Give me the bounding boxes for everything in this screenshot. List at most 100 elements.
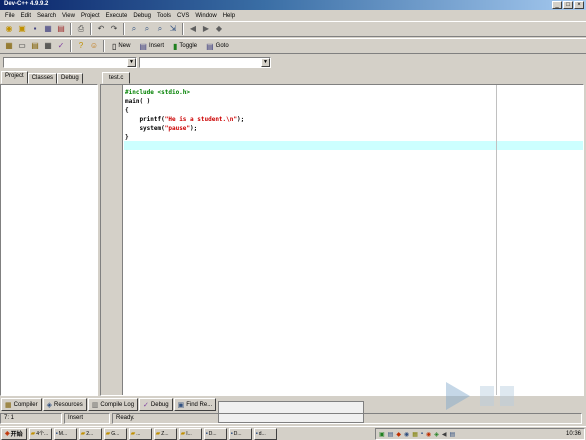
volume-icon[interactable]: ◀ [442,431,447,438]
run-icon[interactable]: ▭ [16,40,28,52]
taskbar: ◈ 开始 ▰ 4个... ▪ M... ▰ 2... ▰ G... ▰... ▰ Z... … [0,426,586,440]
new-project-icon[interactable]: ◉ [3,23,15,35]
member-combo[interactable]: ▼ [139,57,271,68]
find-next-icon[interactable]: ⌕ [154,23,166,35]
close-button[interactable]: × [574,1,584,9]
class-combo[interactable]: ▼ [3,57,137,68]
watermark-glyph [500,386,514,406]
resources-icon: ◈ [46,401,53,409]
app-icon: ▪ [205,430,208,437]
tray-app-icon[interactable]: ◆ [396,431,401,438]
chevron-down-icon[interactable]: ▼ [127,58,136,67]
taskbar-item[interactable]: ▰ G... [103,427,127,440]
tab-test-c[interactable]: test.c [102,72,131,84]
menu-view[interactable]: View [59,13,78,19]
tray-app-icon[interactable]: ◈ [434,431,439,438]
preprocessor-directive: #include <stdio.h> [125,89,191,96]
menu-help[interactable]: Help [220,13,238,19]
tab-debug-output[interactable]: ✓ Debug [139,398,173,411]
debug-check-icon[interactable]: ✓ [55,40,67,52]
edit-mode: Insert [64,413,110,424]
compile-log-icon: ▥ [91,401,99,409]
menu-file[interactable]: File [2,13,18,19]
taskbar-item[interactable]: ▰... [128,427,152,440]
menu-project[interactable]: Project [78,13,103,19]
taskbar-item[interactable]: ▪ D... [203,427,227,440]
open-icon[interactable]: ▣ [16,23,28,35]
taskbar-item[interactable]: ▰ Z... [153,427,177,440]
tray-app-icon[interactable]: ◉ [426,431,431,438]
menu-window[interactable]: Window [192,13,219,19]
menu-cvs[interactable]: CVS [174,13,192,19]
undo-icon[interactable]: ↶ [95,23,107,35]
start-button[interactable]: ◈ 开始 [1,427,27,440]
taskbar-item[interactable]: ▰ 4个... [28,427,52,440]
tray-app-icon[interactable]: ▪ [421,431,423,437]
tab-resources[interactable]: ◈ Resources [42,398,87,411]
taskbar-item[interactable]: ▪ M... [53,427,77,440]
code-line[interactable]: #include <stdio.h> [125,88,244,97]
folder-icon: ▰ [180,431,186,437]
taskbar-item[interactable]: ▪ d... [253,427,277,440]
rebuild-icon[interactable]: ▦ [42,40,54,52]
goto-line-icon[interactable]: ⇲ [167,23,179,35]
new-button[interactable]: ▯ New [108,40,134,52]
compile-run-icon[interactable]: ▤ [29,40,41,52]
toggle-button[interactable]: ▮ Toggle [169,40,201,52]
code-line[interactable]: system("pause"); [125,124,244,133]
tab-compiler[interactable]: ▦ Compiler [1,398,42,411]
taskbar-item[interactable]: ▰ I... [178,427,202,440]
tray-app-icon[interactable]: ▣ [379,431,385,438]
project-tree[interactable] [0,84,98,396]
forward-icon[interactable]: ▶ [200,23,212,35]
compile-icon[interactable]: ▦ [3,40,15,52]
about-icon[interactable]: ☺ [88,40,100,52]
code-line[interactable]: } [125,133,244,142]
minimize-button[interactable]: _ [552,1,562,9]
tray-app-icon[interactable]: ◉ [404,431,409,438]
tab-find-results[interactable]: ▣ Find Re... [173,398,217,411]
code-line[interactable]: main( ) [125,97,244,106]
find-label: Find Re... [186,401,213,408]
string-literal: "pause" [164,125,191,132]
menu-debug[interactable]: Debug [130,13,154,19]
taskbar-item[interactable]: ▰ 2... [78,427,102,440]
save-icon[interactable]: ▪ [29,23,41,35]
menu-execute[interactable]: Execute [103,13,131,19]
close-file-icon[interactable]: ▤ [55,23,67,35]
find-icon[interactable]: ⌕ [128,23,140,35]
replace-icon[interactable]: ⌕ [141,23,153,35]
tray-app-icon[interactable]: ▤ [388,431,394,438]
taskbar-item[interactable]: ▪ D... [228,427,252,440]
new-file-icon: ▯ [112,41,117,51]
print-icon[interactable]: ⎙ [75,23,87,35]
title-bar[interactable]: Dev-C++ 4.9.9.2 _ □ × [0,0,586,10]
tab-compile-log[interactable]: ▥ Compile Log [87,398,139,411]
tab-classes[interactable]: Classes [27,73,58,84]
network-icon[interactable]: ▤ [450,431,456,438]
code-line[interactable]: { [125,106,244,115]
goto-button[interactable]: ▤ Goto [202,40,233,52]
tab-project[interactable]: Project [1,71,28,84]
editor-area: test.c #include <stdio.h> main( ) { printf… [100,70,586,396]
menu-search[interactable]: Search [34,13,59,19]
clock[interactable]: 10:36 [566,431,581,437]
redo-icon[interactable]: ↷ [108,23,120,35]
code-line[interactable]: printf("He is a student.\n"); [125,115,244,124]
menu-edit[interactable]: Edit [18,13,34,19]
save-all-icon[interactable]: ▦ [42,23,54,35]
code-text[interactable]: #include <stdio.h> main( ) { printf("He is… [125,88,244,142]
editor-gutter[interactable] [101,85,123,395]
help-icon[interactable]: ? [75,40,87,52]
chevron-down-icon[interactable]: ▼ [261,58,270,67]
code-editor[interactable]: #include <stdio.h> main( ) { printf("He is… [100,84,584,396]
maximize-button[interactable]: □ [563,1,573,9]
tab-debug[interactable]: Debug [57,73,83,84]
window-title: Dev-C++ 4.9.9.2 [4,1,49,7]
back-icon[interactable]: ◀ [187,23,199,35]
menu-tools[interactable]: Tools [154,13,174,19]
insert-button[interactable]: ▤ Insert [135,40,168,52]
insert-icon: ▤ [139,41,147,51]
bookmark-icon[interactable]: ◆ [213,23,225,35]
tray-app-icon[interactable]: ▦ [412,431,418,438]
